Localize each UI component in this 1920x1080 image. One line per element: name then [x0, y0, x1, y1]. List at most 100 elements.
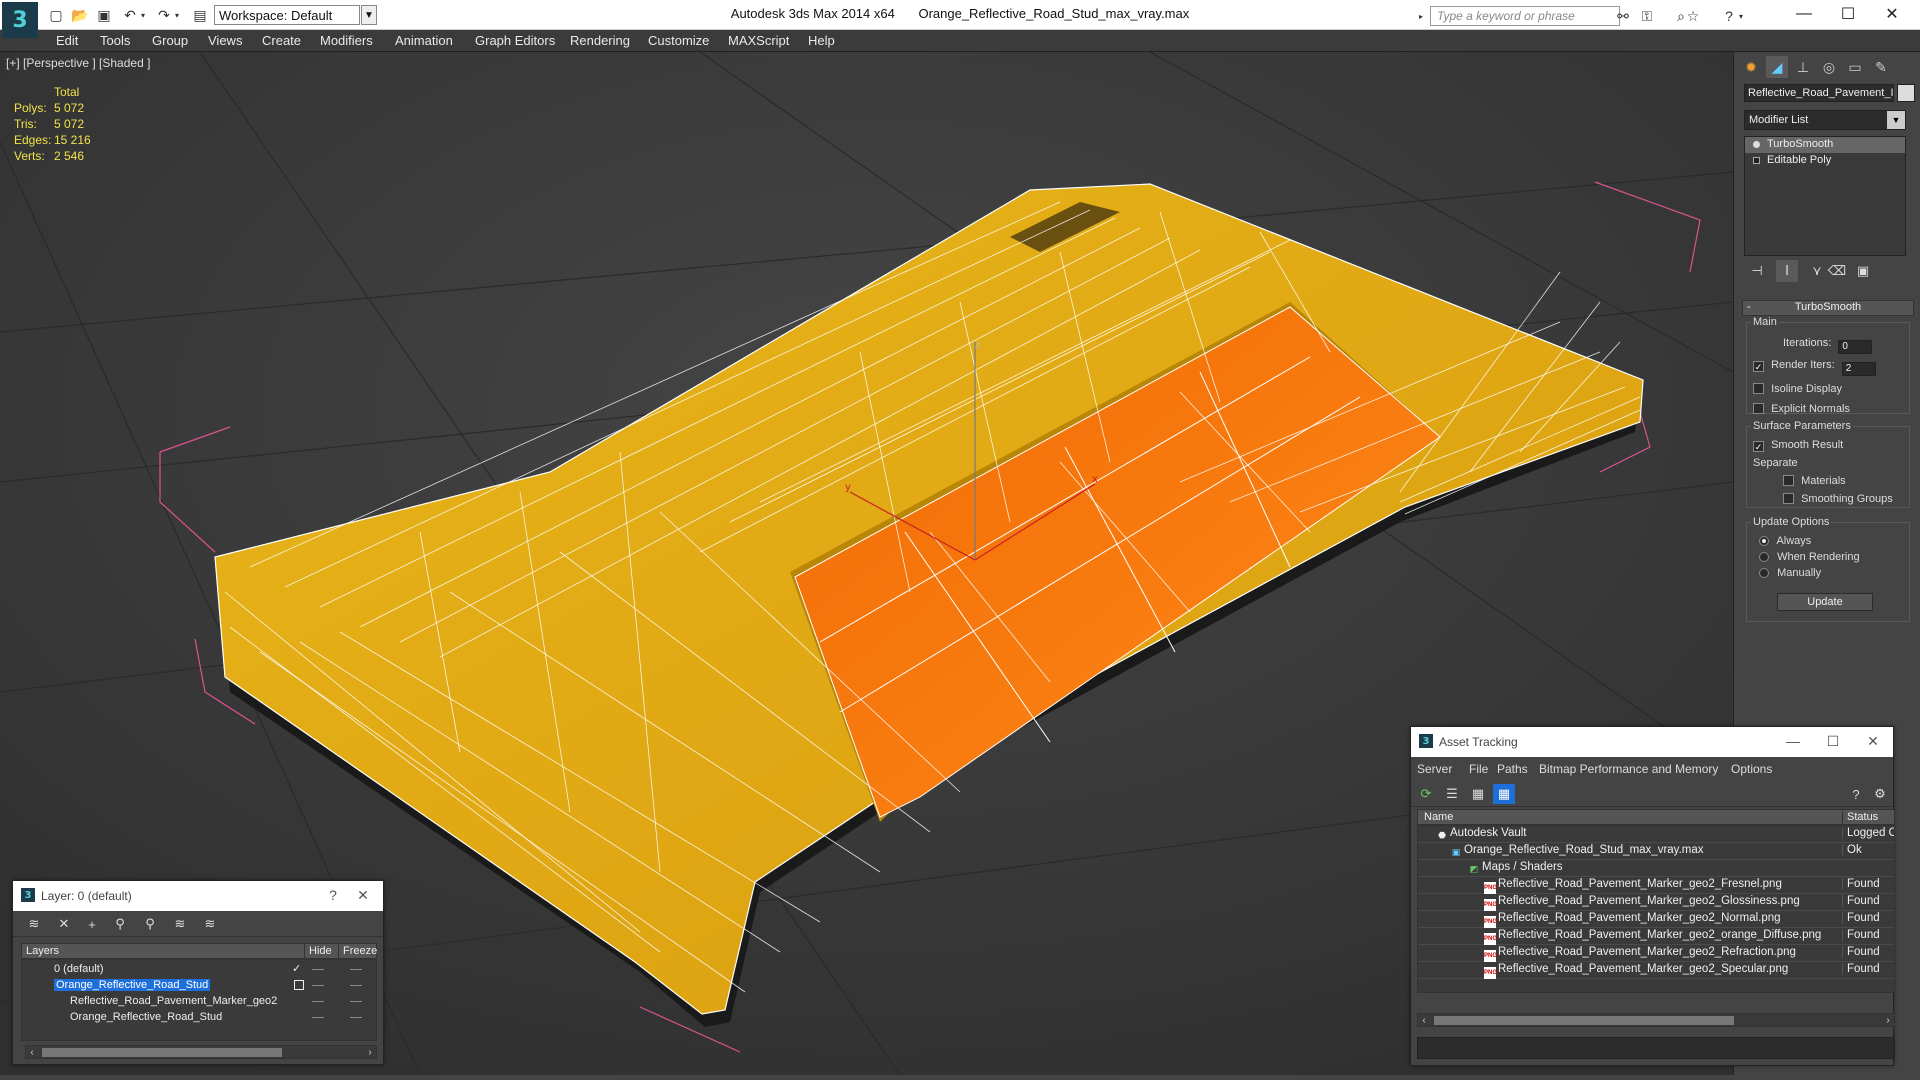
utilities-tab-icon[interactable]: ✎: [1870, 56, 1892, 78]
redo-icon[interactable]: ↷: [154, 6, 174, 24]
modify-tab-icon[interactable]: ◢: [1766, 56, 1788, 78]
smoothing-groups-checkbox[interactable]: [1783, 493, 1794, 504]
menu-customize[interactable]: Customize: [648, 33, 709, 48]
close-icon[interactable]: ✕: [1872, 2, 1912, 26]
menu-tools[interactable]: Tools: [100, 33, 130, 48]
create-tab-icon[interactable]: ✹: [1740, 56, 1762, 78]
iterations-spinner[interactable]: 0: [1838, 340, 1873, 354]
search-expand-icon[interactable]: ▸: [1416, 6, 1426, 26]
project-folder-icon[interactable]: ▤: [190, 6, 210, 24]
freeze-column-header[interactable]: Freeze: [338, 944, 378, 958]
when-rendering-radio[interactable]: [1759, 552, 1769, 562]
motion-tab-icon[interactable]: ◎: [1818, 56, 1840, 78]
menu-maxscript[interactable]: MAXScript: [728, 33, 789, 48]
explicit-normals-checkbox[interactable]: [1753, 403, 1764, 414]
menu-group[interactable]: Group: [152, 33, 188, 48]
remove-modifier-icon[interactable]: ⌫: [1826, 260, 1848, 282]
status-column-header[interactable]: Status: [1842, 811, 1878, 825]
list-view-icon[interactable]: ☰: [1441, 784, 1463, 804]
asset-row-map[interactable]: PNGReflective_Road_Pavement_Marker_geo2_…: [1418, 894, 1894, 911]
select-objects-icon[interactable]: ⚲: [109, 914, 131, 934]
minimize-icon[interactable]: —: [1784, 2, 1824, 26]
menu-views[interactable]: Views: [208, 33, 242, 48]
redo-dropdown-icon[interactable]: ▾: [172, 6, 182, 24]
menu-create[interactable]: Create: [262, 33, 301, 48]
close-icon[interactable]: ✕: [1859, 731, 1887, 751]
app-logo-icon[interactable]: 3: [2, 2, 38, 38]
asset-row-map[interactable]: PNGReflective_Road_Pavement_Marker_geo2_…: [1418, 962, 1894, 979]
table-view-icon[interactable]: ▦: [1493, 784, 1515, 804]
isoline-checkbox[interactable]: [1753, 383, 1764, 394]
at-menu-bitmap-performance[interactable]: Bitmap Performance and Memory: [1539, 762, 1718, 776]
maximize-icon[interactable]: ☐: [1828, 2, 1868, 26]
render-iters-checkbox[interactable]: ✓: [1753, 361, 1764, 372]
asset-horizontal-scrollbar[interactable]: ‹ ›: [1417, 1013, 1895, 1027]
help-button[interactable]: ?: [319, 885, 347, 905]
asset-row-maps-folder[interactable]: ◩ Maps / Shaders: [1418, 860, 1894, 877]
minimize-icon[interactable]: —: [1779, 731, 1807, 751]
layer-object-row[interactable]: Reflective_Road_Pavement_Marker_geo2: [22, 994, 392, 1010]
new-file-icon[interactable]: ▢: [46, 6, 66, 24]
smooth-result-checkbox[interactable]: ✓: [1753, 441, 1764, 452]
display-tab-icon[interactable]: ▭: [1844, 56, 1866, 78]
hide-all-icon[interactable]: ≋: [169, 914, 191, 934]
freeze-all-icon[interactable]: ≋: [199, 914, 221, 934]
update-button[interactable]: Update: [1777, 593, 1873, 611]
help-icon[interactable]: ?: [1845, 784, 1867, 804]
stack-item-turbosmooth[interactable]: TurboSmooth: [1745, 137, 1905, 153]
lightbulb-icon[interactable]: [1753, 141, 1760, 148]
refresh-icon[interactable]: ⟳: [1415, 784, 1437, 804]
asset-path-field[interactable]: [1417, 1037, 1895, 1059]
thumbnail-view-icon[interactable]: ▦: [1467, 784, 1489, 804]
asset-row-scene-file[interactable]: ▣ Orange_Reflective_Road_Stud_max_vray.ma…: [1418, 843, 1894, 860]
at-menu-paths[interactable]: Paths: [1497, 762, 1528, 776]
menu-help[interactable]: Help: [808, 33, 835, 48]
render-iters-spinner[interactable]: 2: [1841, 362, 1876, 376]
scroll-left-icon[interactable]: ‹: [26, 1046, 38, 1058]
help-options-icon[interactable]: ⚙: [1869, 784, 1891, 804]
chevron-down-icon[interactable]: ▼: [361, 5, 377, 25]
asset-row-map[interactable]: PNGReflective_Road_Pavement_Marker_geo2_…: [1418, 945, 1894, 962]
scroll-left-icon[interactable]: ‹: [1418, 1014, 1430, 1026]
asset-row-map[interactable]: PNGReflective_Road_Pavement_Marker_geo2_…: [1418, 911, 1894, 928]
layer-object-row[interactable]: Orange_Reflective_Road_Stud: [22, 1010, 392, 1026]
at-menu-file[interactable]: File: [1469, 762, 1488, 776]
pin-stack-icon[interactable]: ⊣: [1746, 260, 1768, 282]
menu-graph-editors[interactable]: Graph Editors: [475, 33, 555, 48]
configure-modifier-sets-icon[interactable]: ▣: [1852, 260, 1874, 282]
search-input[interactable]: Type a keyword or phrase: [1430, 6, 1620, 26]
menu-modifiers[interactable]: Modifiers: [320, 33, 373, 48]
undo-icon[interactable]: ↶: [120, 6, 140, 24]
binoculars-icon[interactable]: ⚯: [1612, 6, 1634, 26]
manually-radio[interactable]: [1759, 568, 1769, 578]
at-menu-options[interactable]: Options: [1731, 762, 1772, 776]
maximize-icon[interactable]: ☐: [1819, 731, 1847, 751]
asset-row-map[interactable]: PNGReflective_Road_Pavement_Marker_geo2_…: [1418, 877, 1894, 894]
name-column-header[interactable]: Name: [1424, 811, 1453, 823]
materials-checkbox[interactable]: [1783, 475, 1794, 486]
menu-animation[interactable]: Animation: [395, 33, 453, 48]
subscription-icon[interactable]: ⚿: [1636, 6, 1658, 26]
menu-edit[interactable]: Edit: [56, 33, 78, 48]
delete-layer-icon[interactable]: ✕: [53, 914, 75, 934]
scroll-right-icon[interactable]: ›: [364, 1046, 376, 1058]
layers-column-header[interactable]: Layers: [22, 944, 286, 958]
stack-item-editable-poly[interactable]: Editable Poly: [1745, 153, 1905, 169]
at-menu-server[interactable]: Server: [1417, 762, 1452, 776]
layer-row[interactable]: 0 (default) ✓: [22, 962, 392, 978]
layer-row-selected[interactable]: Orange_Reflective_Road_Stud: [22, 978, 392, 994]
workspace-selector[interactable]: Workspace: Default ▼: [214, 5, 377, 25]
always-radio[interactable]: [1759, 536, 1769, 546]
object-name-field[interactable]: Reflective_Road_Pavement_I: [1744, 84, 1894, 102]
make-unique-icon[interactable]: ⋎: [1806, 260, 1828, 282]
active-layer-check-icon[interactable]: ✓: [292, 962, 301, 975]
viewport-label[interactable]: [+] [Perspective ] [Shaded ]: [6, 56, 150, 70]
highlight-selected-icon[interactable]: ⚲: [139, 914, 161, 934]
asset-row-map[interactable]: PNGReflective_Road_Pavement_Marker_geo2_…: [1418, 928, 1894, 945]
scrollbar-thumb[interactable]: [42, 1048, 282, 1057]
layer-horizontal-scrollbar[interactable]: ‹ ›: [25, 1045, 377, 1059]
add-to-layer-icon[interactable]: +: [81, 914, 103, 934]
open-file-icon[interactable]: 📂: [70, 6, 90, 24]
show-end-result-icon[interactable]: Ⅰ: [1776, 260, 1798, 282]
menu-rendering[interactable]: Rendering: [570, 33, 630, 48]
